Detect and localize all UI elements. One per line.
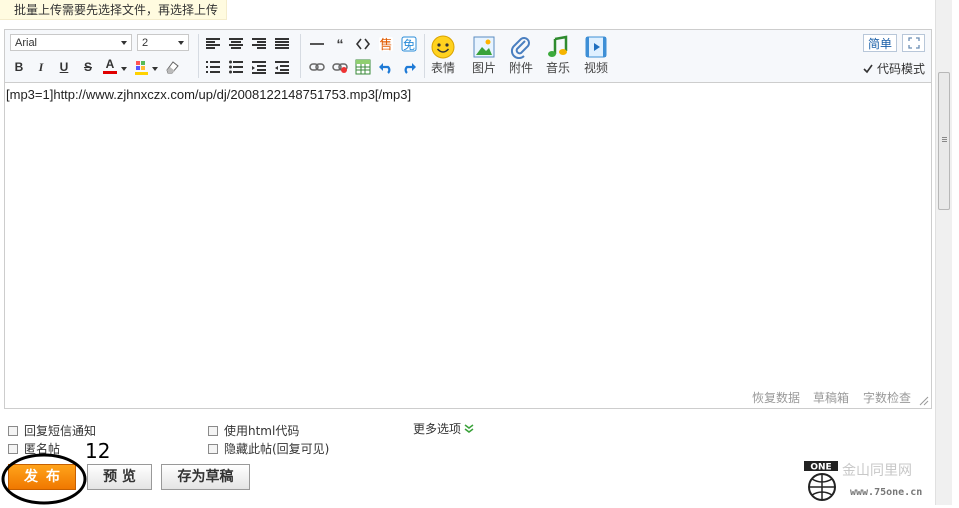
site-watermark: ONE 金山同里网 www.75one.cn: [798, 455, 958, 505]
reply-notify-option[interactable]: 回复短信通知: [8, 422, 96, 439]
align-center-icon[interactable]: [227, 35, 245, 53]
toolbar-divider: [198, 34, 199, 78]
editor-content-area[interactable]: [mp3=1]http://www.zjhnxczx.com/up/dj/200…: [5, 83, 931, 384]
underline-button[interactable]: U: [55, 58, 73, 76]
hide-post-checkbox[interactable]: [208, 443, 218, 454]
paperclip-icon: [509, 35, 533, 59]
chevron-down-icon: [121, 41, 127, 45]
strikethrough-button[interactable]: S: [79, 58, 97, 76]
music-label: 音乐: [545, 61, 570, 75]
unordered-list-icon[interactable]: [227, 58, 245, 76]
chevron-down-icon[interactable]: [120, 60, 128, 78]
code-mode-label: 代码模式: [877, 62, 926, 76]
unlink-icon[interactable]: [331, 58, 349, 76]
undo-icon[interactable]: [377, 58, 395, 76]
use-html-label: 使用html代码: [224, 424, 300, 438]
resize-handle-icon[interactable]: [919, 396, 929, 406]
fullscreen-icon: [907, 37, 920, 52]
grip-line: [942, 137, 947, 138]
annotation-circle: [1, 453, 87, 505]
editor-content-text: [mp3=1]http://www.zjhnxczx.com/up/dj/200…: [6, 87, 412, 102]
watermark-brand: ONE: [810, 463, 831, 473]
globe-logo-icon: ONE 金山同里网 www.75one.cn: [804, 461, 922, 501]
link-icon[interactable]: [308, 58, 326, 76]
image-label: 图片: [471, 61, 496, 75]
simple-mode-button[interactable]: 简单: [863, 34, 897, 52]
horizontal-rule-icon[interactable]: [308, 35, 326, 53]
watermark-url: www.75one.cn: [850, 487, 922, 498]
chevron-down-icon[interactable]: [151, 60, 159, 78]
background-color-icon[interactable]: [133, 58, 151, 76]
drafts-link[interactable]: 草稿箱: [813, 389, 849, 406]
align-right-icon[interactable]: [250, 35, 268, 53]
scrollbar-thumb[interactable]: [938, 72, 950, 210]
font-size-value: 2: [142, 37, 149, 49]
word-count-link[interactable]: 字数检查: [863, 389, 911, 406]
editor-toolbar: Arial 2 B I U S A “ 售 免 表情 图片 附件 音乐 视频 简…: [5, 30, 931, 83]
insert-smiley-button[interactable]: 表情: [425, 33, 461, 79]
attachment-label: 附件: [508, 61, 533, 75]
font-family-value: Arial: [15, 37, 38, 49]
eraser-icon[interactable]: [163, 58, 181, 76]
watermark-cn-text: 金山同里网: [842, 463, 912, 479]
editor-statusbar: 恢复数据 草稿箱 字数检查: [5, 384, 931, 408]
more-options-label: 更多选项: [413, 422, 462, 436]
use-html-checkbox[interactable]: [208, 425, 218, 436]
music-icon: [546, 35, 570, 59]
double-chevron-down-icon: [464, 423, 474, 433]
video-icon: [584, 35, 608, 59]
font-color-button[interactable]: A: [101, 57, 119, 75]
more-options-link[interactable]: 更多选项: [413, 420, 474, 437]
checkmark-icon: [863, 64, 873, 73]
insert-attachment-button[interactable]: 附件: [503, 33, 539, 79]
restore-data-link[interactable]: 恢复数据: [752, 389, 800, 406]
svg-text:售: 售: [379, 37, 392, 52]
italic-button[interactable]: I: [32, 58, 50, 76]
code-mode-toggle[interactable]: 代码模式: [863, 60, 925, 77]
smiley-label: 表情: [430, 61, 455, 75]
quote-icon[interactable]: “: [331, 35, 349, 53]
redo-icon[interactable]: [400, 58, 418, 76]
video-label: 视频: [583, 61, 608, 75]
font-family-select[interactable]: Arial: [10, 34, 132, 51]
use-html-option[interactable]: 使用html代码: [208, 422, 299, 439]
font-color-swatch: [103, 71, 117, 74]
ordered-list-icon[interactable]: [204, 58, 222, 76]
image-icon: [472, 35, 496, 59]
save-draft-button[interactable]: 存为草稿: [161, 464, 250, 490]
table-icon[interactable]: [354, 58, 372, 76]
rich-text-editor: Arial 2 B I U S A “ 售 免 表情 图片 附件 音乐 视频 简…: [4, 29, 932, 409]
bold-button[interactable]: B: [10, 58, 28, 76]
outdent-icon[interactable]: [250, 58, 268, 76]
indent-icon[interactable]: [273, 58, 291, 76]
toolbar-divider: [300, 34, 301, 78]
upload-notice: 批量上传需要先选择文件，再选择上传: [0, 0, 227, 20]
preview-button[interactable]: 预 览: [87, 464, 152, 490]
hide-post-label: 隐藏此帖(回复可见): [224, 442, 330, 456]
font-color-letter: A: [105, 57, 115, 71]
font-size-select[interactable]: 2: [137, 34, 189, 51]
sell-icon[interactable]: 售: [377, 35, 395, 53]
chevron-down-icon: [178, 41, 184, 45]
svg-text:免: 免: [403, 37, 415, 52]
page-scrollbar[interactable]: [935, 0, 952, 505]
reply-notify-label: 回复短信通知: [24, 424, 97, 438]
align-left-icon[interactable]: [204, 35, 222, 53]
smiley-icon: [431, 35, 455, 59]
insert-image-button[interactable]: 图片: [466, 33, 502, 79]
align-justify-icon[interactable]: [273, 35, 291, 53]
insert-music-button[interactable]: 音乐: [540, 33, 576, 79]
grip-line: [942, 139, 947, 140]
reply-notify-checkbox[interactable]: [8, 425, 18, 436]
hide-post-option[interactable]: 隐藏此帖(回复可见): [208, 440, 329, 457]
free-icon[interactable]: 免: [400, 35, 418, 53]
code-icon[interactable]: [354, 35, 372, 53]
grip-line: [942, 141, 947, 142]
insert-video-button[interactable]: 视频: [578, 33, 614, 79]
fullscreen-button[interactable]: [902, 34, 925, 52]
